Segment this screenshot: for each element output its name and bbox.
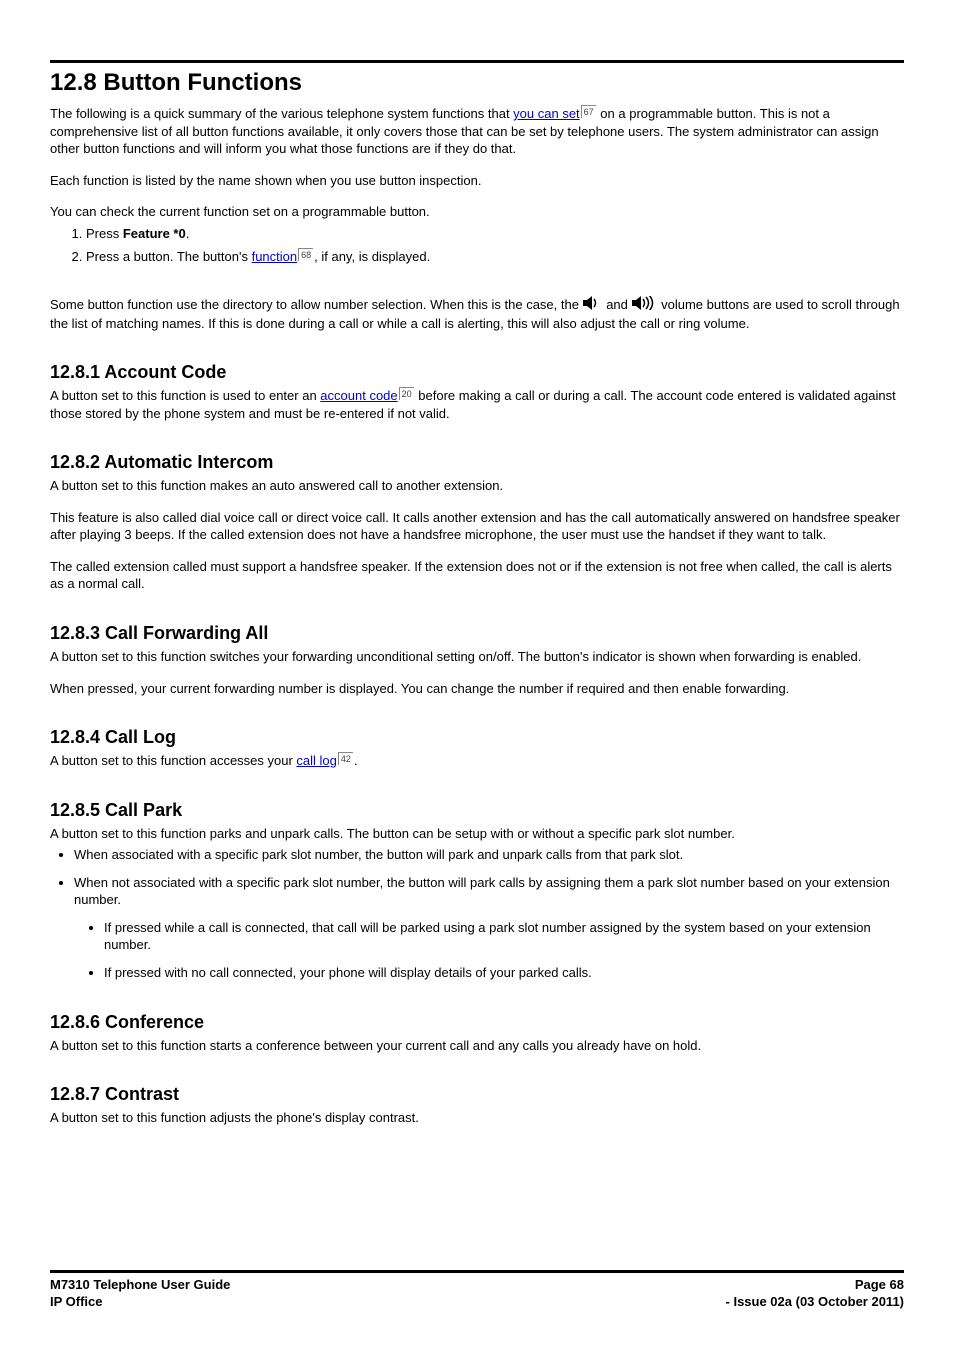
text: When not associated with a specific park… (74, 875, 890, 908)
section-body: When pressed, your current forwarding nu… (50, 680, 904, 698)
list-item: If pressed with no call connected, your … (104, 964, 904, 982)
section-title-call-log: 12.8.4 Call Log (50, 727, 904, 748)
section-body: A button set to this function starts a c… (50, 1037, 904, 1055)
section-title-call-park: 12.8.5 Call Park (50, 800, 904, 821)
step-1: Press Feature *0. (86, 225, 904, 243)
section-title-conference: 12.8.6 Conference (50, 1012, 904, 1033)
text: and (606, 297, 631, 312)
section-title-account-code: 12.8.1 Account Code (50, 362, 904, 383)
section-body: This feature is also called dial voice c… (50, 509, 904, 544)
text: Press a button. The button's (86, 249, 252, 264)
step-2: Press a button. The button's function68,… (86, 248, 904, 266)
you-can-set-link[interactable]: you can set (513, 106, 580, 121)
section-title-contrast: 12.8.7 Contrast (50, 1084, 904, 1105)
page-footer: M7310 Telephone User Guide Page 68 IP Of… (50, 1270, 904, 1311)
footer-rule (50, 1270, 904, 1273)
page-ref-icon: 42 (338, 752, 353, 765)
page-ref-icon: 20 (399, 387, 414, 400)
section-body: A button set to this function switches y… (50, 648, 904, 666)
text: Some button function use the directory t… (50, 297, 583, 312)
section-title-call-forwarding-all: 12.8.3 Call Forwarding All (50, 623, 904, 644)
section-body: The called extension called must support… (50, 558, 904, 593)
call-log-link[interactable]: call log (296, 753, 336, 768)
document-page: 12.8 Button Functions The following is a… (0, 0, 954, 1351)
section-body: A button set to this function makes an a… (50, 477, 904, 495)
account-code-link[interactable]: account code (320, 388, 397, 403)
sub-bullets: If pressed while a call is connected, th… (104, 919, 904, 982)
page-title: 12.8 Button Functions (50, 69, 904, 97)
section-body: A button set to this function accesses y… (50, 752, 904, 770)
volume-down-icon (583, 296, 603, 315)
call-park-bullets: When associated with a specific park slo… (74, 846, 904, 981)
function-link[interactable]: function (252, 249, 298, 264)
section-body: A button set to this function parks and … (50, 825, 904, 843)
section-title-automatic-intercom: 12.8.2 Automatic Intercom (50, 452, 904, 473)
intro-paragraph-3: You can check the current function set o… (50, 203, 904, 221)
intro-paragraph-2: Each function is listed by the name show… (50, 172, 904, 190)
page-ref-icon: 68 (298, 248, 313, 261)
text: . (354, 753, 358, 768)
section-body: A button set to this function is used to… (50, 387, 904, 422)
feature-code: Feature *0 (123, 226, 186, 241)
list-item: When not associated with a specific park… (74, 874, 904, 982)
text: A button set to this function accesses y… (50, 753, 296, 768)
text: A button set to this function is used to… (50, 388, 320, 403)
list-item: If pressed while a call is connected, th… (104, 919, 904, 954)
footer-page-number: Page 68 (855, 1277, 904, 1294)
list-item: When associated with a specific park slo… (74, 846, 904, 864)
text: The following is a quick summary of the … (50, 106, 513, 121)
footer-product: IP Office (50, 1294, 103, 1311)
intro-paragraph-1: The following is a quick summary of the … (50, 105, 904, 158)
volume-up-icon (632, 296, 658, 315)
section-body: A button set to this function adjusts th… (50, 1109, 904, 1127)
text: Press (86, 226, 123, 241)
text: , if any, is displayed. (314, 249, 430, 264)
volume-paragraph: Some button function use the directory t… (50, 296, 904, 332)
footer-guide-name: M7310 Telephone User Guide (50, 1277, 230, 1294)
steps-list: Press Feature *0. Press a button. The bu… (86, 225, 904, 266)
top-rule (50, 60, 904, 63)
footer-issue: - Issue 02a (03 October 2011) (726, 1294, 904, 1311)
page-ref-icon: 67 (581, 105, 596, 118)
text: . (186, 226, 190, 241)
